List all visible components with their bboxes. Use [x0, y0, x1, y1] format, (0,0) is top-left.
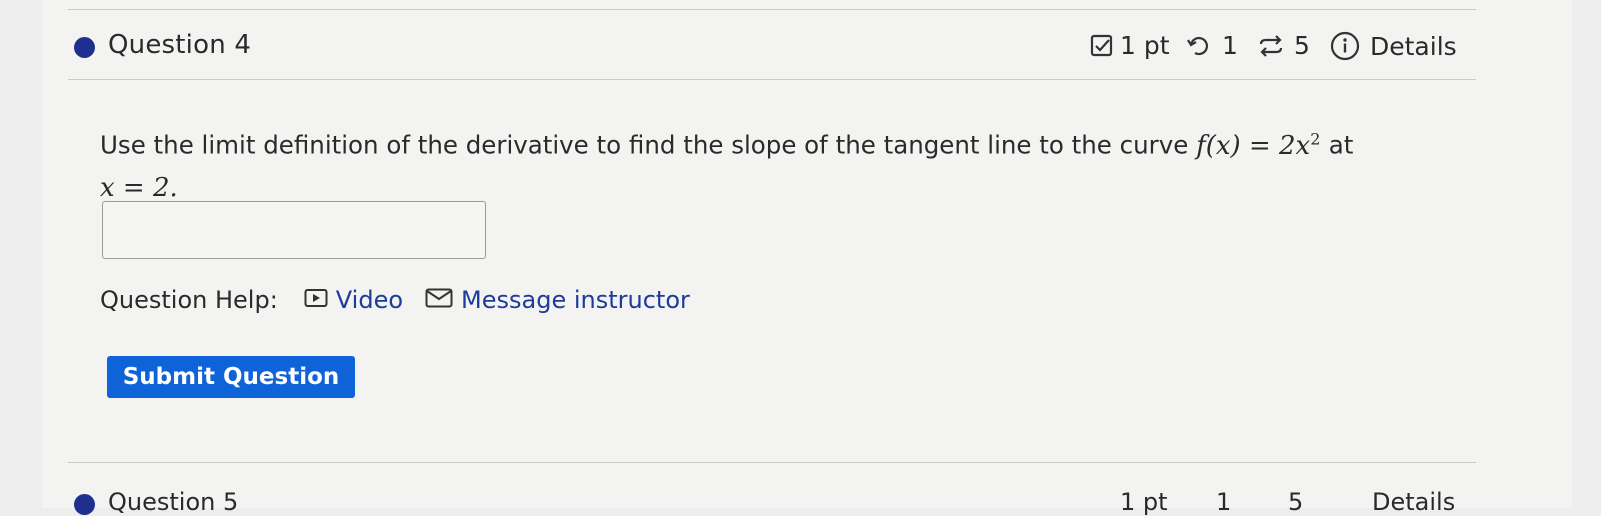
question-title: Question 4 — [108, 30, 252, 60]
next-question-title: Question 5 — [108, 488, 239, 516]
next-retries-count: 1 — [1216, 488, 1232, 516]
video-link[interactable]: Video — [304, 286, 403, 314]
equals-sign: = — [1248, 130, 1271, 161]
help-label: Question Help: — [100, 286, 278, 314]
retries-info: 1 — [1186, 31, 1238, 60]
checkbox-icon — [1090, 34, 1114, 58]
answer-input[interactable] — [102, 201, 486, 259]
at-word: at — [1328, 130, 1354, 160]
points-info: 1 pt — [1090, 31, 1170, 60]
top-divider — [68, 9, 1476, 10]
point-expression: x = 2. — [100, 172, 178, 203]
header-divider — [68, 79, 1476, 80]
points-label: 1 pt — [1120, 31, 1170, 60]
function-lhs: f(x) — [1196, 130, 1241, 161]
details-link[interactable]: Details — [1330, 31, 1457, 61]
question-prompt: Use the limit definition of the derivati… — [100, 118, 1353, 209]
envelope-icon — [425, 286, 453, 314]
info-icon — [1330, 31, 1360, 61]
function-rhs: 2x — [1279, 130, 1311, 161]
attempts-info: 5 — [1258, 31, 1310, 60]
message-instructor-link[interactable]: Message instructor — [425, 286, 690, 314]
details-label: Details — [1370, 31, 1457, 61]
exponent: 2 — [1310, 129, 1321, 148]
bottom-divider — [68, 462, 1476, 463]
play-icon — [304, 286, 328, 314]
next-points-label: 1 pt — [1120, 488, 1168, 516]
attempts-count: 5 — [1294, 31, 1310, 60]
question-status-dot — [74, 37, 95, 58]
question-help: Question Help: Video Message instructor — [100, 286, 690, 314]
video-label: Video — [335, 286, 404, 314]
function-expression: f(x) = 2x2 — [1196, 129, 1329, 161]
submit-question-button[interactable]: Submit Question — [107, 356, 355, 398]
attempts-icon — [1258, 34, 1284, 58]
message-label: Message instructor — [461, 286, 690, 314]
next-attempts-count: 5 — [1288, 488, 1304, 516]
retry-icon — [1186, 34, 1212, 58]
next-question-status-dot — [74, 494, 95, 515]
prompt-text: Use the limit definition of the derivati… — [100, 130, 1189, 160]
retries-count: 1 — [1222, 31, 1238, 60]
next-details-label[interactable]: Details — [1372, 488, 1455, 516]
